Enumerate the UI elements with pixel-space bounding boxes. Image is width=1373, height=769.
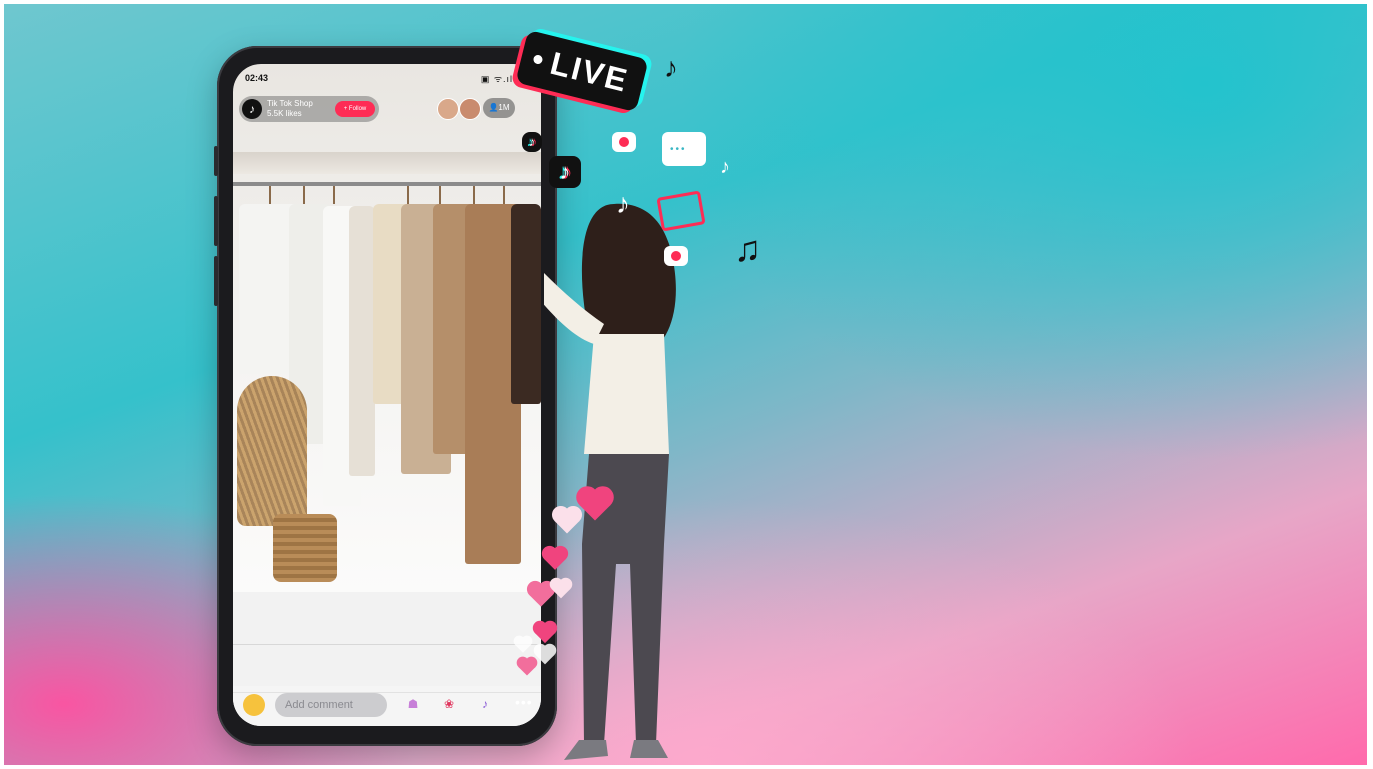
garment-ivory-coat (349, 206, 375, 476)
chat-dots-icon: ••• (670, 144, 687, 155)
woman-figure (544, 203, 676, 760)
phone-side-button (214, 256, 218, 306)
hanger (473, 186, 475, 204)
tiktok-icon[interactable]: ♪ (477, 696, 493, 712)
viewer-avatar[interactable] (459, 98, 481, 120)
shop-likes: 5.5K likes (267, 109, 302, 118)
music-note-icon: ♪ (720, 156, 730, 178)
phone-side-button (214, 146, 218, 176)
hanger (503, 186, 505, 204)
hanger (303, 186, 305, 204)
phone-mockup: 02:43 ▣ ᯤ.ıl ◐ ♪ Tik Tok Shop 5.5K likes… (214, 46, 557, 746)
comment-input[interactable] (275, 693, 387, 717)
music-note-icon: ♪ (664, 52, 678, 83)
hanger (439, 186, 441, 204)
clothes-rail (233, 182, 541, 186)
more-icon[interactable]: ••• (515, 694, 533, 710)
status-bar: 02:43 ▣ ᯤ.ıl ◐ (233, 64, 541, 90)
music-note-icon: ♫ (734, 228, 761, 269)
follow-button[interactable]: + Follow (335, 101, 375, 117)
drawer-line (233, 644, 541, 645)
viewer-count[interactable]: 👤1M (483, 98, 515, 118)
shop-name: Tik Tok Shop (267, 99, 313, 108)
dried-pampas-plant (237, 376, 307, 526)
garment-dark-coat (511, 204, 541, 404)
live-label: LIVE (546, 44, 633, 99)
tiktok-icon: ♪ (522, 132, 542, 152)
viewer-avatar[interactable] (437, 98, 459, 120)
record-icon (664, 246, 688, 266)
live-dot-icon (532, 54, 544, 65)
shop-profile-pill[interactable]: ♪ Tik Tok Shop 5.5K likes + Follow (239, 96, 379, 122)
banner-scene: 02:43 ▣ ᯤ.ıl ◐ ♪ Tik Tok Shop 5.5K likes… (4, 4, 1367, 765)
closet-shelf (233, 152, 541, 174)
hanger (407, 186, 409, 204)
tiktok-icon: ♪ (549, 156, 581, 188)
comment-bar: ☗ ❀ ♪ ••• (233, 686, 541, 726)
tiktok-icon: ♪ (242, 99, 262, 119)
woven-basket (273, 514, 337, 582)
hanger (333, 186, 335, 204)
music-note-icon: ♪ (616, 188, 630, 219)
chat-bubble-icon: ••• (662, 132, 706, 166)
hanger (269, 186, 271, 204)
status-time: 02:43 (245, 73, 269, 83)
rose-icon[interactable]: ❀ (441, 696, 457, 712)
record-icon (612, 132, 636, 152)
emoji-icon[interactable] (243, 694, 265, 716)
phone-side-button (214, 196, 218, 246)
gift-icon[interactable]: ☗ (405, 696, 421, 712)
live-stream-screen: 02:43 ▣ ᯤ.ıl ◐ ♪ Tik Tok Shop 5.5K likes… (233, 64, 541, 726)
